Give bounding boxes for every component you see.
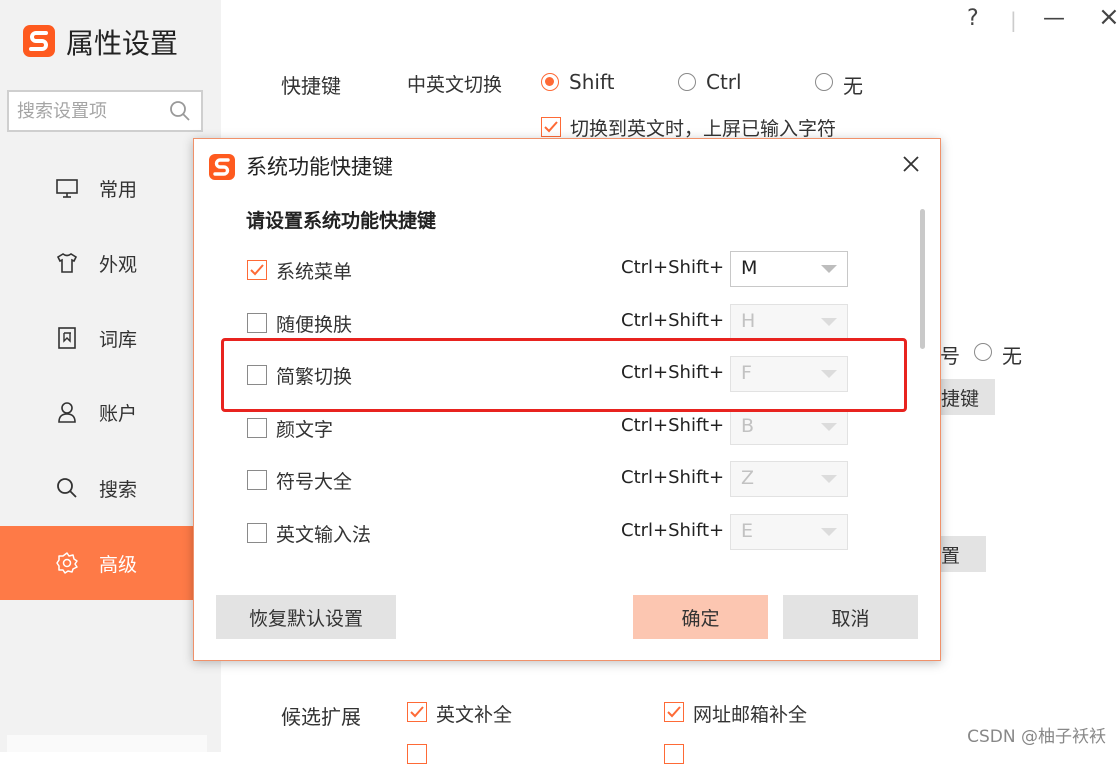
shortcut-modifier: Ctrl+Shift+ (621, 467, 725, 488)
candidate-extra-checkbox-2[interactable] (664, 744, 684, 764)
shortcut-row-label: 颜文字 (276, 419, 334, 441)
watermark: CSDN @柚子袄袄 (967, 727, 1106, 747)
shortcut-row-label: 符号大全 (276, 471, 353, 493)
shortcut-row-label: 英文输入法 (276, 524, 372, 546)
sidebar-item-dictionary[interactable]: 词库 (0, 301, 221, 375)
candidate-section-label: 候选扩展 (281, 705, 361, 729)
radio-none-label: 无 (843, 74, 863, 98)
chevron-down-icon (821, 265, 837, 273)
shortcut-key-value: E (741, 520, 754, 542)
radio-none[interactable] (815, 73, 833, 91)
shortcut-key-select[interactable]: E (730, 514, 848, 550)
english-input-checkbox[interactable] (247, 523, 267, 543)
monitor-icon (56, 179, 78, 198)
shortcut-key-value: Z (741, 467, 755, 489)
shirt-icon (56, 253, 78, 273)
sidebar-item-search[interactable]: 搜索 (0, 451, 221, 525)
gear-icon (56, 552, 78, 574)
minimize-button[interactable]: — (1043, 6, 1065, 31)
shortcut-row-emoticons: 颜文字 Ctrl+Shift+ B (246, 409, 856, 449)
sidebar-item-label: 高级 (99, 554, 138, 576)
shortcut-row-system-menu: 系统菜单 Ctrl+Shift+ M (246, 251, 856, 291)
chevron-down-icon (821, 318, 837, 326)
close-button[interactable]: × (1098, 2, 1120, 32)
sogou-logo-icon (23, 25, 55, 57)
symbols-checkbox[interactable] (247, 470, 267, 490)
partial-radio-none[interactable] (974, 343, 992, 361)
commit-on-switch-checkbox[interactable] (541, 117, 561, 137)
system-menu-checkbox[interactable] (247, 260, 267, 280)
shortcut-modifier: Ctrl+Shift+ (621, 520, 725, 541)
chevron-down-icon (821, 528, 837, 536)
user-icon (58, 402, 76, 423)
sidebar: 属性设置 常用 外观 词库 账户 搜索 高级 (0, 0, 221, 752)
app-title: 属性设置 (66, 27, 179, 60)
shortcut-key-value: B (741, 415, 755, 437)
chevron-down-icon (821, 475, 837, 483)
radio-shift[interactable] (541, 73, 559, 91)
search-icon (57, 478, 77, 498)
restore-defaults-button[interactable]: 恢复默认设置 (216, 595, 396, 639)
sidebar-item-advanced[interactable]: 高级 (0, 526, 221, 600)
url-email-complete-label: 网址邮箱补全 (693, 704, 808, 726)
shortcut-key-select[interactable]: M (730, 251, 848, 287)
random-skin-checkbox[interactable] (247, 313, 267, 333)
cancel-button[interactable]: 取消 (783, 595, 918, 639)
sidebar-item-label: 外观 (99, 254, 138, 276)
shortcut-section-label: 快捷键 (281, 74, 341, 98)
dialog-heading: 请设置系统功能快捷键 (246, 210, 437, 232)
sogou-logo-icon (209, 154, 235, 180)
shortcut-modifier: Ctrl+Shift+ (621, 310, 725, 331)
shortcut-key-value: H (741, 310, 756, 332)
chevron-down-icon (821, 423, 837, 431)
radio-ctrl[interactable] (678, 73, 696, 91)
ok-button[interactable]: 确定 (633, 595, 768, 639)
url-email-complete-checkbox[interactable] (664, 702, 684, 722)
english-complete-checkbox[interactable] (407, 702, 427, 722)
shortcut-key-select[interactable]: Z (730, 461, 848, 497)
partial-radio-none-label: 无 (1002, 344, 1022, 368)
partial-label: 号 (940, 344, 960, 368)
annotation-highlight-box (221, 338, 907, 412)
close-icon (903, 156, 919, 172)
search-icon[interactable] (169, 100, 191, 122)
sidebar-item-label: 词库 (99, 329, 138, 351)
settings-search-box[interactable] (7, 90, 203, 132)
dialog-title: 系统功能快捷键 (246, 155, 393, 179)
english-complete-label: 英文补全 (436, 704, 513, 726)
cn-en-switch-label: 中英文切换 (407, 74, 503, 96)
help-button[interactable]: ? (967, 6, 979, 31)
commit-on-switch-label: 切换到英文时，上屏已输入字符 (570, 118, 837, 140)
sidebar-bottom-panel (7, 735, 207, 752)
shortcut-row-english-input: 英文输入法 Ctrl+Shift+ E (246, 514, 856, 554)
sidebar-item-label: 常用 (99, 179, 138, 201)
shortcut-modifier: Ctrl+Shift+ (621, 415, 725, 436)
shortcut-key-select[interactable]: H (730, 304, 848, 340)
settings-search-input[interactable] (9, 92, 167, 130)
book-icon (58, 327, 76, 349)
sidebar-item-label: 账户 (99, 403, 138, 425)
titlebar-separator: | (1010, 8, 1017, 32)
shortcut-key-select[interactable]: B (730, 409, 848, 445)
radio-ctrl-label: Ctrl (706, 70, 742, 94)
sidebar-item-account[interactable]: 账户 (0, 375, 221, 449)
sidebar-item-label: 搜索 (99, 479, 138, 501)
shortcut-key-value: M (741, 257, 758, 279)
shortcut-row-label: 随便换肤 (276, 314, 353, 336)
candidate-extra-checkbox-1[interactable] (407, 744, 427, 764)
sidebar-item-appearance[interactable]: 外观 (0, 226, 221, 300)
shortcut-modifier: Ctrl+Shift+ (621, 257, 725, 278)
emoticons-checkbox[interactable] (247, 418, 267, 438)
shortcut-row-label: 系统菜单 (276, 261, 353, 283)
shortcut-row-symbols: 符号大全 Ctrl+Shift+ Z (246, 461, 856, 501)
radio-shift-label: Shift (569, 70, 615, 94)
sidebar-item-common[interactable]: 常用 (0, 151, 221, 225)
dialog-scrollbar[interactable] (920, 209, 925, 349)
dialog-close-button[interactable] (902, 149, 920, 179)
